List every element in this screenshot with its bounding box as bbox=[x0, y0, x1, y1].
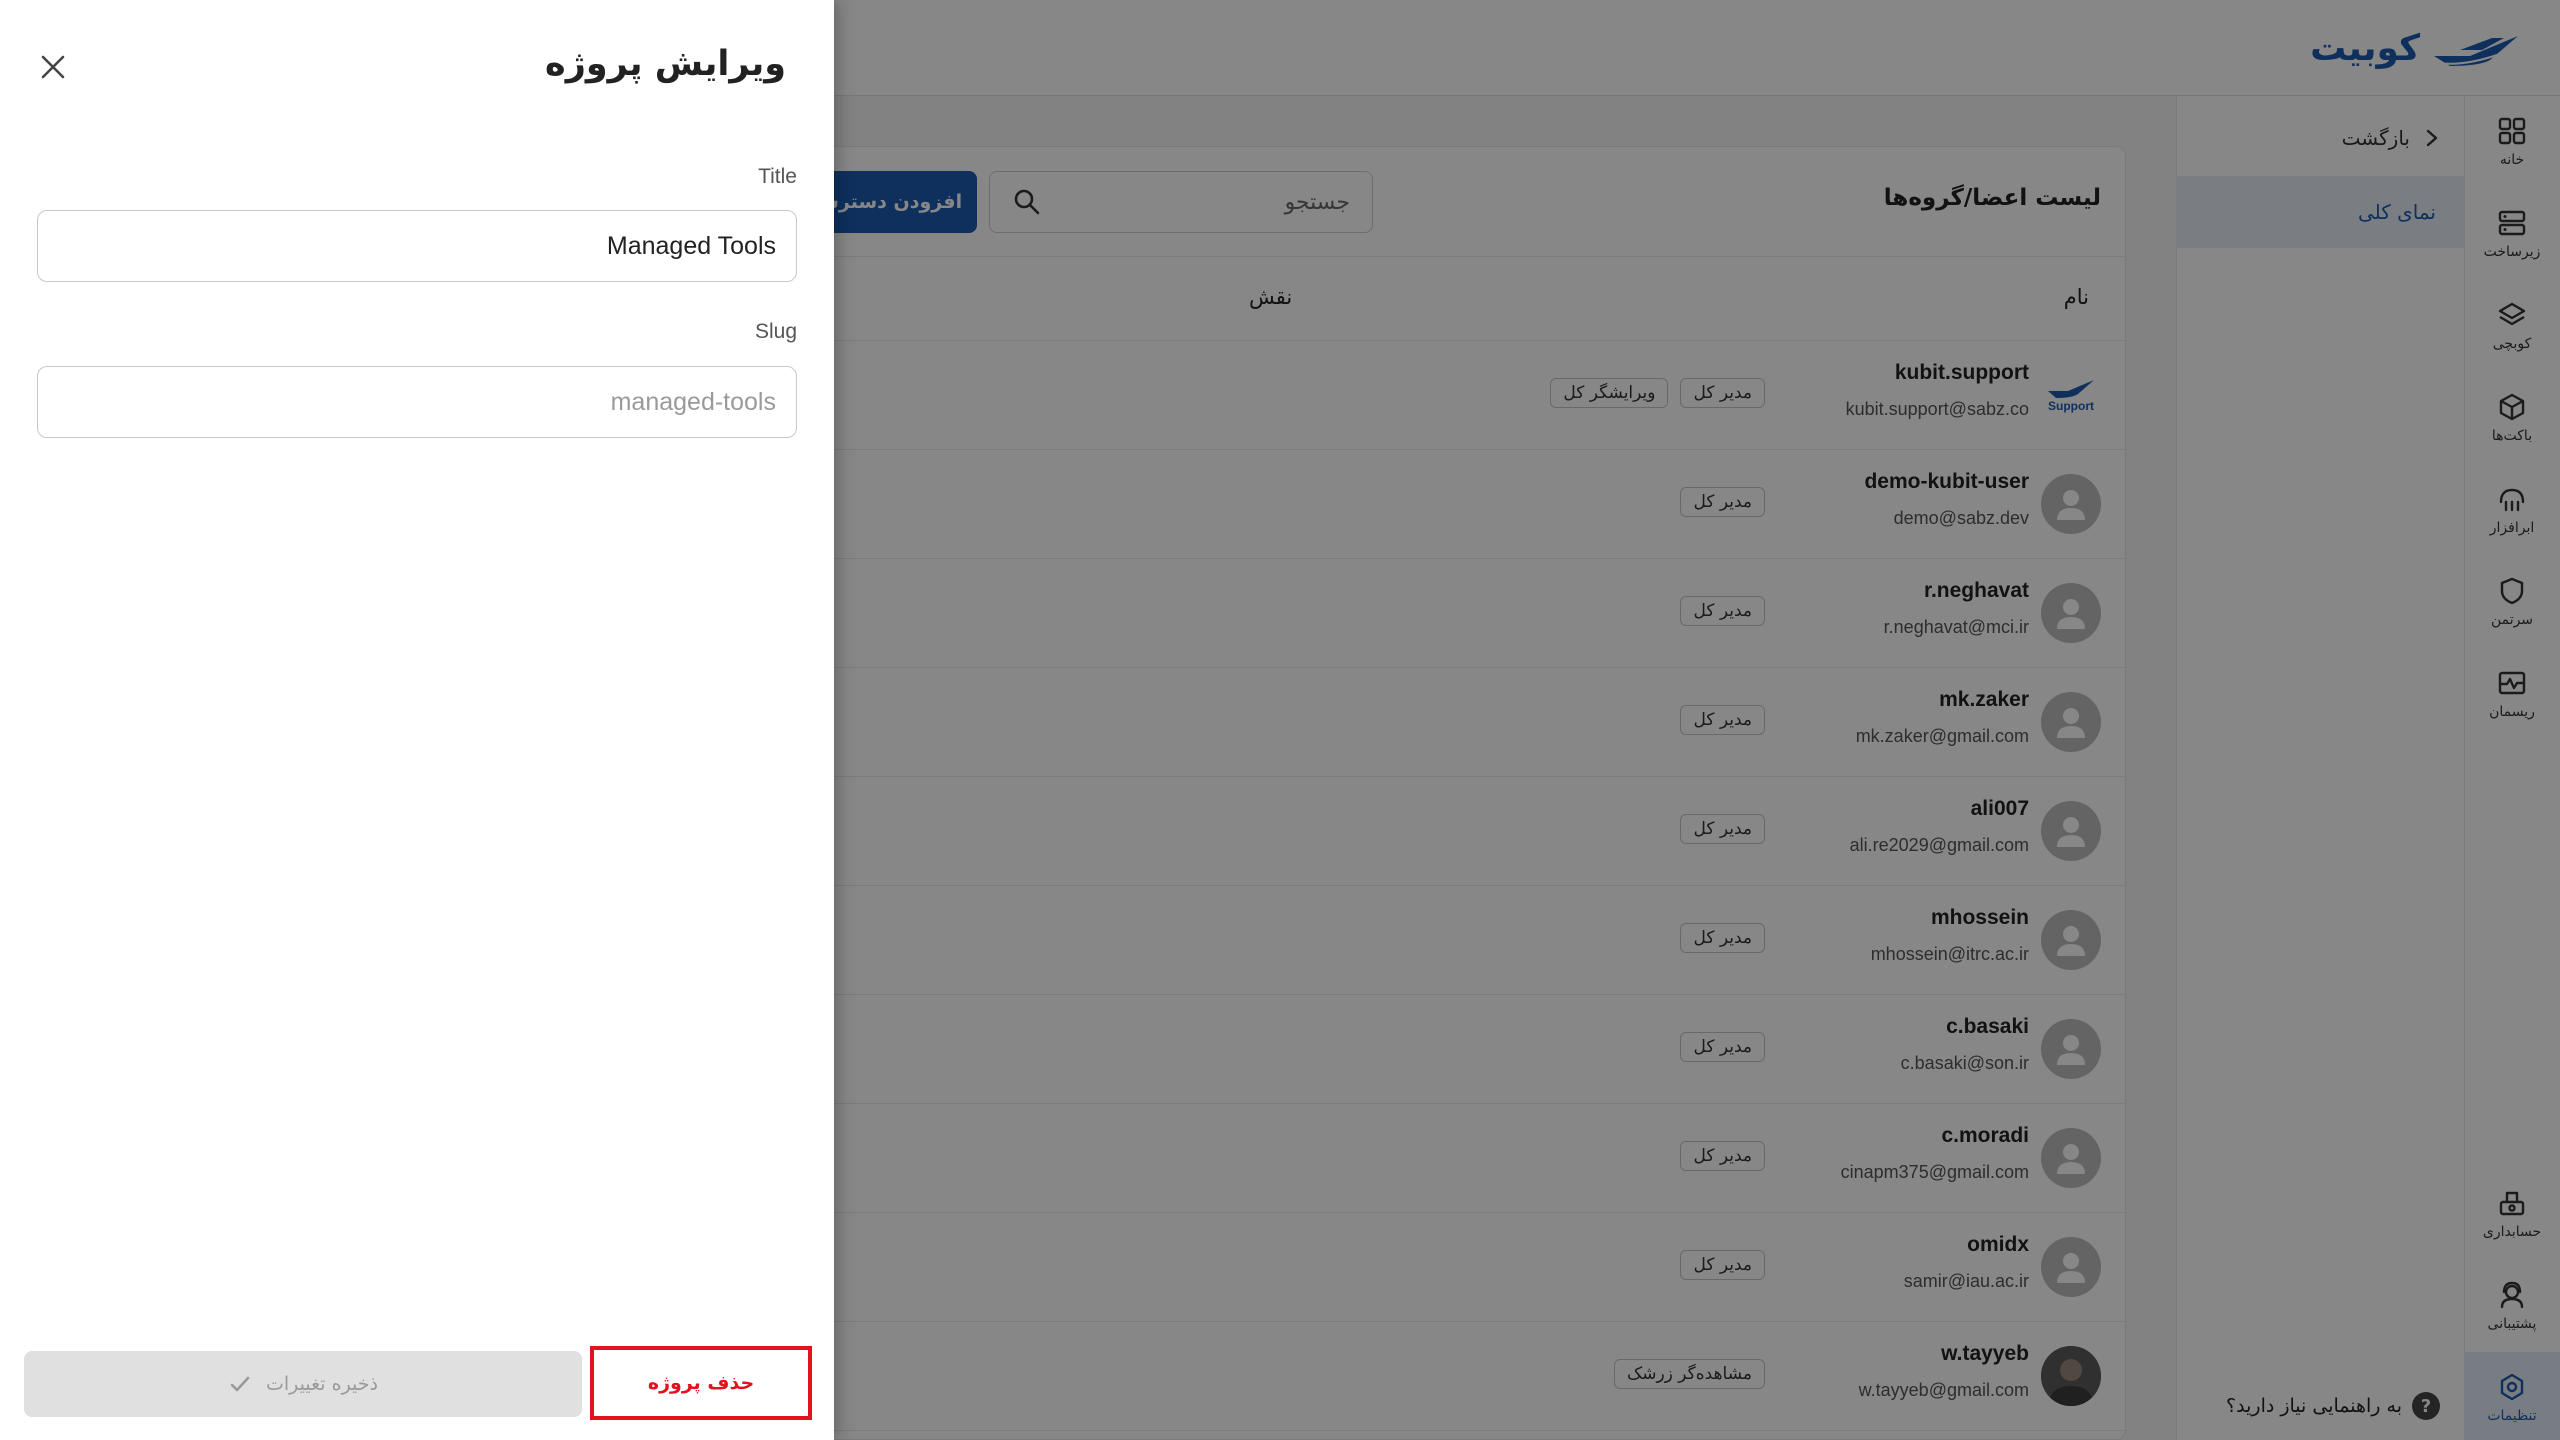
title-field[interactable] bbox=[37, 210, 797, 282]
delete-label: حذف پروژه bbox=[647, 1372, 755, 1394]
slug-input bbox=[38, 367, 796, 437]
title-field-label: Title bbox=[758, 165, 797, 188]
drawer-title: ویرایش پروژه bbox=[545, 44, 786, 84]
title-input[interactable] bbox=[38, 211, 796, 281]
edit-project-drawer: ویرایش پروژه Title Slug ذخیره تغییرات حذ… bbox=[0, 0, 834, 1440]
save-label: ذخیره تغییرات bbox=[266, 1373, 378, 1395]
close-button[interactable] bbox=[36, 50, 70, 84]
save-changes-button[interactable]: ذخیره تغییرات bbox=[24, 1351, 582, 1417]
close-icon bbox=[41, 55, 65, 79]
delete-project-button[interactable]: حذف پروژه bbox=[590, 1346, 812, 1420]
slug-field bbox=[37, 366, 797, 438]
check-icon bbox=[230, 1376, 250, 1392]
slug-field-label: Slug bbox=[754, 320, 797, 343]
